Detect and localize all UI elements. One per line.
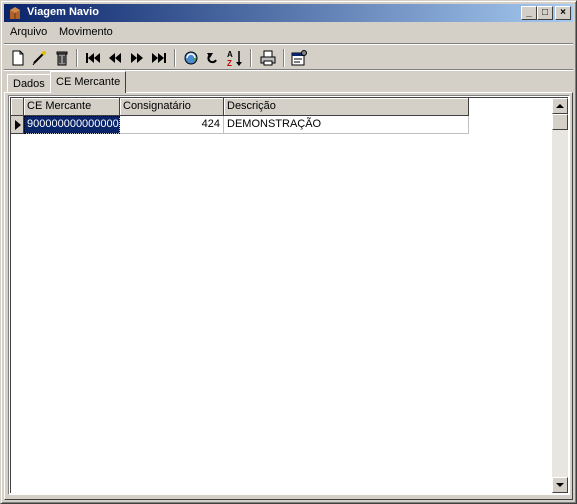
menu-arquivo[interactable]: Arquivo — [10, 26, 47, 38]
app-window: Viagem Navio _ □ × Arquivo Movimento A Z… — [0, 0, 577, 504]
edit-icon — [32, 51, 46, 66]
properties-icon — [291, 50, 307, 66]
scroll-down-icon — [556, 483, 564, 487]
table-cell-ce-mercante[interactable]: 9000000000000000 — [24, 116, 120, 134]
toolbar-separator — [250, 49, 252, 67]
new-button[interactable] — [8, 48, 28, 68]
tab-strip: Dados CE Mercante — [4, 71, 573, 93]
svg-text:Z: Z — [227, 59, 232, 67]
app-icon — [7, 5, 23, 21]
undo-icon — [207, 53, 217, 64]
svg-text:A: A — [227, 50, 233, 59]
print-icon — [260, 50, 276, 66]
print-button[interactable] — [258, 48, 278, 68]
next-record-button[interactable] — [127, 48, 147, 68]
first-record-button[interactable] — [83, 48, 103, 68]
maximize-icon: □ — [541, 7, 549, 18]
undo-button[interactable] — [203, 48, 223, 68]
minimize-icon: _ — [526, 7, 532, 18]
vertical-scrollbar[interactable] — [552, 98, 568, 493]
scroll-thumb[interactable] — [552, 114, 568, 130]
sort-az-icon: AZ — [227, 50, 242, 67]
close-icon: × — [560, 7, 566, 18]
next-record-icon — [131, 53, 143, 63]
sort-button[interactable]: AZ — [225, 48, 245, 68]
column-header-ce-mercante[interactable]: CE Mercante — [24, 98, 120, 116]
maximize-button[interactable]: □ — [537, 6, 553, 20]
toolbar-separator — [174, 49, 176, 67]
window-title: Viagem Navio — [27, 6, 99, 18]
prior-record-icon — [109, 53, 121, 63]
scroll-up-icon — [556, 104, 564, 108]
toolbar-separator — [283, 49, 285, 67]
scroll-up-button[interactable] — [552, 98, 568, 114]
column-header-descricao[interactable]: Descrição — [224, 98, 469, 116]
indicator-header — [11, 98, 24, 116]
column-header-consignatario[interactable]: Consignatário — [120, 98, 224, 116]
grid-body: CE Mercante Consignatário Descrição 9000… — [10, 97, 568, 493]
menu-movimento[interactable]: Movimento — [59, 26, 113, 38]
delete-icon — [56, 51, 68, 66]
toolbar: AZ — [4, 46, 573, 70]
edit-button[interactable] — [29, 48, 49, 68]
menu-bar: Arquivo Movimento — [4, 24, 573, 42]
minimize-button[interactable]: _ — [521, 6, 537, 20]
close-button[interactable]: × — [555, 6, 571, 20]
prior-record-button[interactable] — [105, 48, 125, 68]
last-record-button[interactable] — [149, 48, 169, 68]
delete-button[interactable] — [52, 48, 72, 68]
table-cell-consignatario[interactable]: 424 — [120, 116, 224, 134]
last-record-icon — [152, 53, 166, 63]
new-icon — [12, 50, 24, 66]
row-indicator[interactable] — [11, 116, 24, 134]
title-bar[interactable]: Viagem Navio _ □ × — [4, 4, 573, 22]
tab-ce-mercante[interactable]: CE Mercante — [50, 71, 127, 93]
tab-dados[interactable]: Dados — [7, 74, 51, 92]
first-record-icon — [86, 53, 100, 63]
menu-divider — [4, 43, 573, 45]
table-cell-descricao[interactable]: DEMONSTRAÇÃO — [224, 116, 469, 134]
data-grid[interactable]: CE Mercante Consignatário Descrição 9000… — [8, 95, 570, 495]
toolbar-separator — [76, 49, 78, 67]
properties-button[interactable] — [289, 48, 309, 68]
current-row-arrow-icon — [15, 120, 21, 130]
refresh-button[interactable] — [181, 48, 201, 68]
scroll-down-button[interactable] — [552, 477, 568, 493]
refresh-icon — [184, 51, 198, 65]
